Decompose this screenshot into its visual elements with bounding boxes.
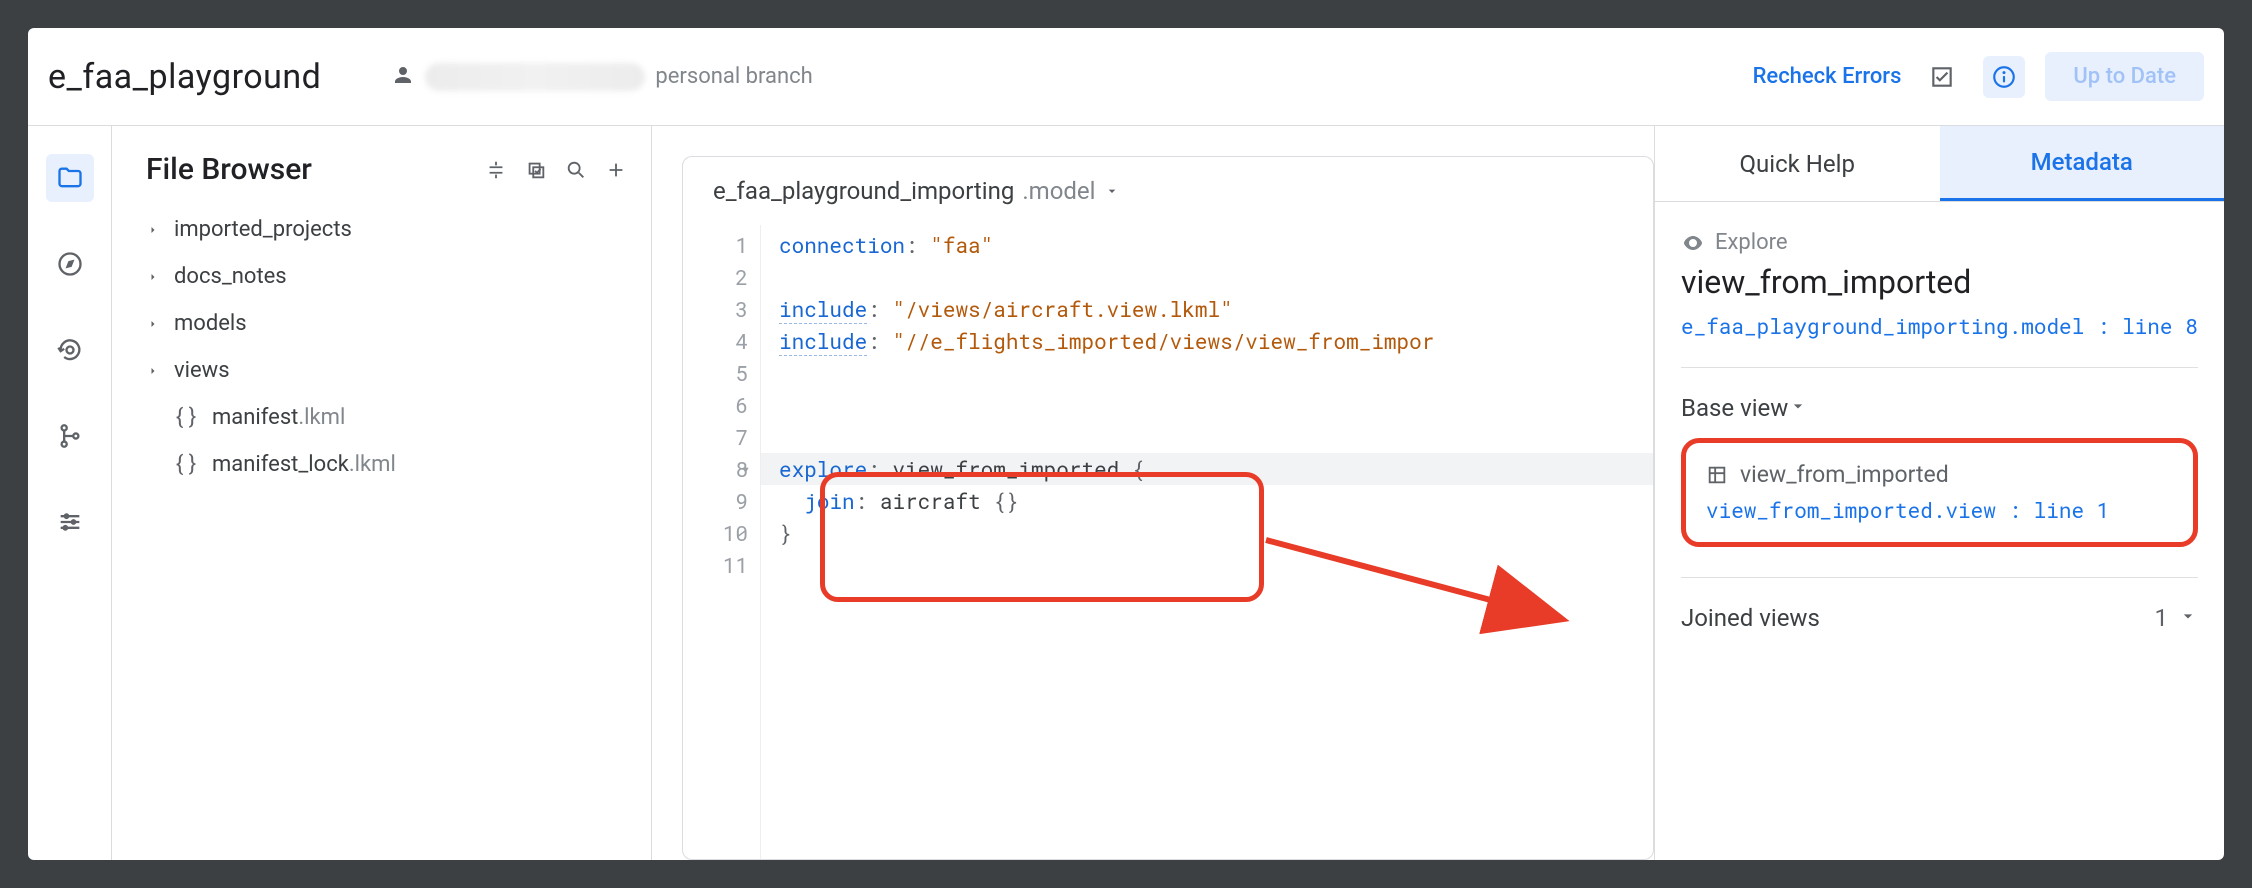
base-view-heading-label: Base view <box>1681 394 1788 422</box>
rail-git-icon[interactable] <box>46 412 94 460</box>
chevron-down-icon <box>2178 604 2198 632</box>
base-view-name: view_from_imported <box>1740 461 1949 488</box>
tab-metadata[interactable]: Metadata <box>1940 126 2225 201</box>
caret-right-icon <box>146 318 160 330</box>
fb-collapse-icon[interactable] <box>481 155 511 185</box>
base-view-heading[interactable]: Base view <box>1681 394 2198 422</box>
folder-models[interactable]: models <box>146 311 631 336</box>
editor-tab-name: e_faa_playground_importing <box>713 177 1014 205</box>
right-panel: Quick Help Metadata Explore view_from_im… <box>1654 126 2224 860</box>
fb-search-icon[interactable] <box>561 155 591 185</box>
editor-column: e_faa_playground_importing .model 1234567… <box>652 126 1654 860</box>
code-gutter: 1234567891011 <box>683 225 761 859</box>
main-area: File Browser imported_projects docs_notes… <box>28 126 2224 860</box>
recheck-errors-link[interactable]: Recheck Errors <box>1753 64 1902 89</box>
file-tree: imported_projects docs_notesmodels views { … <box>146 217 631 477</box>
rail-settings-icon[interactable] <box>46 498 94 546</box>
editor-card: e_faa_playground_importing .model 1234567… <box>682 156 1654 860</box>
joined-views-heading[interactable]: Joined views 1 <box>1681 604 2198 632</box>
metadata-kind: Explore <box>1681 230 2198 255</box>
file-browser-title: File Browser <box>146 152 471 187</box>
branch-label: personal branch <box>655 64 812 89</box>
up-to-date-button: Up to Date <box>2045 52 2204 101</box>
folder-views[interactable]: views <box>146 358 631 383</box>
editor-tab-ext: .model <box>1022 177 1095 205</box>
left-rail <box>28 126 112 860</box>
editor-tab[interactable]: e_faa_playground_importing .model <box>683 157 1653 225</box>
divider <box>1681 367 2198 368</box>
file-browser-header: File Browser <box>146 152 631 187</box>
rail-search-history-icon[interactable] <box>46 326 94 374</box>
fb-copy-icon[interactable] <box>521 155 551 185</box>
base-view-card[interactable]: view_from_imported view_from_imported.vi… <box>1681 438 2198 547</box>
user-branch-area: personal branch <box>391 63 812 91</box>
folder-docs_notes[interactable]: docs_notes <box>146 264 631 289</box>
braces-icon: { } <box>174 452 198 477</box>
metadata-body: Explore view_from_imported e_faa_playgro… <box>1655 202 2224 632</box>
base-view-location[interactable]: view_from_imported.view : line 1 <box>1706 496 2173 524</box>
metadata-kind-label: Explore <box>1715 230 1788 255</box>
project-title: e_faa_playground <box>48 57 321 97</box>
metadata-object-location[interactable]: e_faa_playground_importing.model : line … <box>1681 311 2198 341</box>
caret-right-icon <box>146 365 160 377</box>
file-browser-panel: File Browser imported_projects docs_notes… <box>112 126 652 860</box>
caret-right-icon <box>146 224 160 236</box>
user-icon <box>391 63 415 91</box>
fb-add-icon[interactable] <box>601 155 631 185</box>
app-window: e_faa_playground personal branch Recheck… <box>28 28 2224 860</box>
code-body[interactable]: connection: "faa" include: "/views/aircr… <box>761 225 1653 859</box>
joined-views-count: 1 <box>2155 604 2169 632</box>
info-icon-button[interactable] <box>1983 56 2025 98</box>
braces-icon: { } <box>174 405 198 430</box>
chevron-down-icon <box>1788 394 1808 422</box>
right-panel-tabs: Quick Help Metadata <box>1655 126 2224 202</box>
table-icon <box>1706 464 1728 486</box>
username-redacted <box>425 63 645 91</box>
validate-icon-button[interactable] <box>1921 56 1963 98</box>
joined-views-label: Joined views <box>1681 604 1820 632</box>
top-bar: e_faa_playground personal branch Recheck… <box>28 28 2224 126</box>
divider <box>1681 577 2198 578</box>
metadata-object-name: view_from_imported <box>1681 263 2198 301</box>
file-manifest[interactable]: { }manifest.lkml <box>146 405 631 430</box>
rail-file-browser-icon[interactable] <box>46 154 94 202</box>
caret-right-icon <box>146 271 160 283</box>
file-manifest_lock[interactable]: { }manifest_lock.lkml <box>146 452 631 477</box>
tab-quick-help[interactable]: Quick Help <box>1655 126 1940 201</box>
folder-imported_projects[interactable]: imported_projects <box>146 217 631 242</box>
rail-compass-icon[interactable] <box>46 240 94 288</box>
editor-tab-caret-icon[interactable] <box>1104 177 1120 205</box>
code-area[interactable]: 1234567891011 connection: "faa" include:… <box>683 225 1653 859</box>
eye-icon <box>1681 231 1705 255</box>
